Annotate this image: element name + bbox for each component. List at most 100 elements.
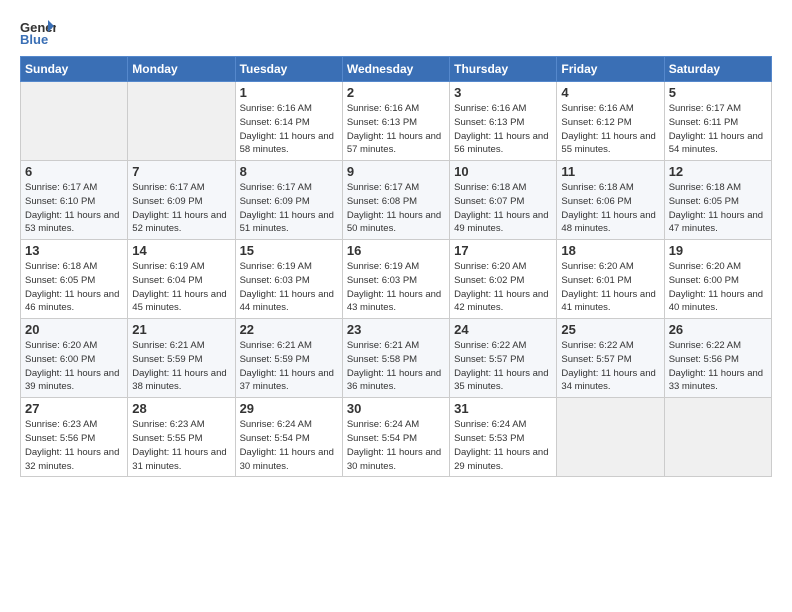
day-info: Sunrise: 6:21 AM Sunset: 5:59 PM Dayligh… bbox=[132, 339, 230, 394]
day-info: Sunrise: 6:24 AM Sunset: 5:54 PM Dayligh… bbox=[347, 418, 445, 473]
calendar-cell: 31Sunrise: 6:24 AM Sunset: 5:53 PM Dayli… bbox=[450, 398, 557, 477]
calendar-cell: 29 Sunrise: 6:24 AM Sunset: 5:54 PM Dayli… bbox=[235, 398, 342, 477]
day-number: 4 bbox=[561, 85, 659, 100]
day-info: Sunrise: 6:16 AM Sunset: 6:13 PM Dayligh… bbox=[347, 102, 445, 157]
day-info: Sunrise: 6:16 AM Sunset: 6:13 PM Dayligh… bbox=[454, 102, 552, 157]
calendar-cell: 22 Sunrise: 6:21 AM Sunset: 5:59 PM Dayli… bbox=[235, 319, 342, 398]
col-header-thursday: Thursday bbox=[450, 57, 557, 82]
day-number: 1 bbox=[240, 85, 338, 100]
day-number: 28 bbox=[132, 401, 230, 416]
calendar-cell bbox=[21, 82, 128, 161]
day-number: 10 bbox=[454, 164, 552, 179]
calendar-cell: 9 Sunrise: 6:17 AM Sunset: 6:08 PM Daylig… bbox=[342, 161, 449, 240]
day-info: Sunrise: 6:23 AM Sunset: 5:56 PM Dayligh… bbox=[25, 418, 123, 473]
day-info: Sunrise: 6:16 AM Sunset: 6:12 PM Dayligh… bbox=[561, 102, 659, 157]
day-number: 11 bbox=[561, 164, 659, 179]
day-number: 13 bbox=[25, 243, 123, 258]
day-info: Sunrise: 6:18 AM Sunset: 6:05 PM Dayligh… bbox=[25, 260, 123, 315]
calendar-cell: 12 Sunrise: 6:18 AM Sunset: 6:05 PM Dayli… bbox=[664, 161, 771, 240]
day-info: Sunrise: 6:16 AM Sunset: 6:14 PM Dayligh… bbox=[240, 102, 338, 157]
day-number: 16 bbox=[347, 243, 445, 258]
page-header: General Blue bbox=[20, 18, 772, 48]
svg-text:Blue: Blue bbox=[20, 32, 48, 47]
day-number: 14 bbox=[132, 243, 230, 258]
calendar-cell: 14 Sunrise: 6:19 AM Sunset: 6:04 PM Dayli… bbox=[128, 240, 235, 319]
day-number: 7 bbox=[132, 164, 230, 179]
day-number: 27 bbox=[25, 401, 123, 416]
col-header-tuesday: Tuesday bbox=[235, 57, 342, 82]
calendar-cell: 18 Sunrise: 6:20 AM Sunset: 6:01 PM Dayli… bbox=[557, 240, 664, 319]
day-info: Sunrise: 6:19 AM Sunset: 6:04 PM Dayligh… bbox=[132, 260, 230, 315]
calendar-cell: 3 Sunrise: 6:16 AM Sunset: 6:13 PM Daylig… bbox=[450, 82, 557, 161]
calendar-cell: 15 Sunrise: 6:19 AM Sunset: 6:03 PM Dayli… bbox=[235, 240, 342, 319]
day-info: Sunrise: 6:20 AM Sunset: 6:01 PM Dayligh… bbox=[561, 260, 659, 315]
calendar-cell: 27 Sunrise: 6:23 AM Sunset: 5:56 PM Dayli… bbox=[21, 398, 128, 477]
day-number: 9 bbox=[347, 164, 445, 179]
calendar-cell: 16 Sunrise: 6:19 AM Sunset: 6:03 PM Dayli… bbox=[342, 240, 449, 319]
day-number: 24 bbox=[454, 322, 552, 337]
day-info: Sunrise: 6:19 AM Sunset: 6:03 PM Dayligh… bbox=[347, 260, 445, 315]
calendar-cell: 30 Sunrise: 6:24 AM Sunset: 5:54 PM Dayli… bbox=[342, 398, 449, 477]
day-number: 5 bbox=[669, 85, 767, 100]
calendar-week-row: 1 Sunrise: 6:16 AM Sunset: 6:14 PM Daylig… bbox=[21, 82, 772, 161]
calendar-cell: 28 Sunrise: 6:23 AM Sunset: 5:55 PM Dayli… bbox=[128, 398, 235, 477]
day-info: Sunrise: 6:20 AM Sunset: 6:00 PM Dayligh… bbox=[25, 339, 123, 394]
day-info: Sunrise: 6:18 AM Sunset: 6:05 PM Dayligh… bbox=[669, 181, 767, 236]
calendar-cell: 10 Sunrise: 6:18 AM Sunset: 6:07 PM Dayli… bbox=[450, 161, 557, 240]
day-number: 29 bbox=[240, 401, 338, 416]
day-number: 26 bbox=[669, 322, 767, 337]
day-number: 19 bbox=[669, 243, 767, 258]
calendar-cell bbox=[128, 82, 235, 161]
col-header-monday: Monday bbox=[128, 57, 235, 82]
calendar-header-row: SundayMondayTuesdayWednesdayThursdayFrid… bbox=[21, 57, 772, 82]
col-header-wednesday: Wednesday bbox=[342, 57, 449, 82]
calendar-cell: 1 Sunrise: 6:16 AM Sunset: 6:14 PM Daylig… bbox=[235, 82, 342, 161]
day-info: Sunrise: 6:21 AM Sunset: 5:59 PM Dayligh… bbox=[240, 339, 338, 394]
calendar-cell: 6 Sunrise: 6:17 AM Sunset: 6:10 PM Daylig… bbox=[21, 161, 128, 240]
day-info: Sunrise: 6:23 AM Sunset: 5:55 PM Dayligh… bbox=[132, 418, 230, 473]
day-info: Sunrise: 6:18 AM Sunset: 6:06 PM Dayligh… bbox=[561, 181, 659, 236]
day-number: 17 bbox=[454, 243, 552, 258]
col-header-friday: Friday bbox=[557, 57, 664, 82]
day-number: 25 bbox=[561, 322, 659, 337]
calendar-cell: 25Sunrise: 6:22 AM Sunset: 5:57 PM Dayli… bbox=[557, 319, 664, 398]
calendar-cell: 17 Sunrise: 6:20 AM Sunset: 6:02 PM Dayli… bbox=[450, 240, 557, 319]
col-header-saturday: Saturday bbox=[664, 57, 771, 82]
calendar-cell bbox=[664, 398, 771, 477]
day-info: Sunrise: 6:17 AM Sunset: 6:11 PM Dayligh… bbox=[669, 102, 767, 157]
calendar-cell: 2 Sunrise: 6:16 AM Sunset: 6:13 PM Daylig… bbox=[342, 82, 449, 161]
calendar-cell: 8Sunrise: 6:17 AM Sunset: 6:09 PM Daylig… bbox=[235, 161, 342, 240]
day-number: 15 bbox=[240, 243, 338, 258]
logo-icon: General Blue bbox=[20, 18, 56, 48]
day-number: 8 bbox=[240, 164, 338, 179]
day-info: Sunrise: 6:24 AM Sunset: 5:54 PM Dayligh… bbox=[240, 418, 338, 473]
calendar-cell: 24 Sunrise: 6:22 AM Sunset: 5:57 PM Dayli… bbox=[450, 319, 557, 398]
day-info: Sunrise: 6:24 AM Sunset: 5:53 PM Dayligh… bbox=[454, 418, 552, 473]
day-number: 20 bbox=[25, 322, 123, 337]
calendar-cell: 13 Sunrise: 6:18 AM Sunset: 6:05 PM Dayli… bbox=[21, 240, 128, 319]
day-number: 3 bbox=[454, 85, 552, 100]
calendar-cell: 4 Sunrise: 6:16 AM Sunset: 6:12 PM Daylig… bbox=[557, 82, 664, 161]
day-info: Sunrise: 6:17 AM Sunset: 6:08 PM Dayligh… bbox=[347, 181, 445, 236]
day-info: Sunrise: 6:19 AM Sunset: 6:03 PM Dayligh… bbox=[240, 260, 338, 315]
calendar-cell: 23 Sunrise: 6:21 AM Sunset: 5:58 PM Dayli… bbox=[342, 319, 449, 398]
day-info: Sunrise: 6:18 AM Sunset: 6:07 PM Dayligh… bbox=[454, 181, 552, 236]
day-number: 6 bbox=[25, 164, 123, 179]
day-info: Sunrise: 6:17 AM Sunset: 6:10 PM Dayligh… bbox=[25, 181, 123, 236]
calendar-week-row: 27 Sunrise: 6:23 AM Sunset: 5:56 PM Dayli… bbox=[21, 398, 772, 477]
day-info: Sunrise: 6:17 AM Sunset: 6:09 PM Dayligh… bbox=[132, 181, 230, 236]
calendar-cell: 7 Sunrise: 6:17 AM Sunset: 6:09 PM Daylig… bbox=[128, 161, 235, 240]
day-info: Sunrise: 6:22 AM Sunset: 5:57 PM Dayligh… bbox=[454, 339, 552, 394]
day-number: 12 bbox=[669, 164, 767, 179]
day-info: Sunrise: 6:20 AM Sunset: 6:02 PM Dayligh… bbox=[454, 260, 552, 315]
day-number: 2 bbox=[347, 85, 445, 100]
col-header-sunday: Sunday bbox=[21, 57, 128, 82]
day-number: 21 bbox=[132, 322, 230, 337]
day-number: 22 bbox=[240, 322, 338, 337]
calendar-table: SundayMondayTuesdayWednesdayThursdayFrid… bbox=[20, 56, 772, 477]
calendar-cell: 20 Sunrise: 6:20 AM Sunset: 6:00 PM Dayli… bbox=[21, 319, 128, 398]
day-number: 30 bbox=[347, 401, 445, 416]
day-number: 23 bbox=[347, 322, 445, 337]
day-number: 18 bbox=[561, 243, 659, 258]
day-info: Sunrise: 6:21 AM Sunset: 5:58 PM Dayligh… bbox=[347, 339, 445, 394]
